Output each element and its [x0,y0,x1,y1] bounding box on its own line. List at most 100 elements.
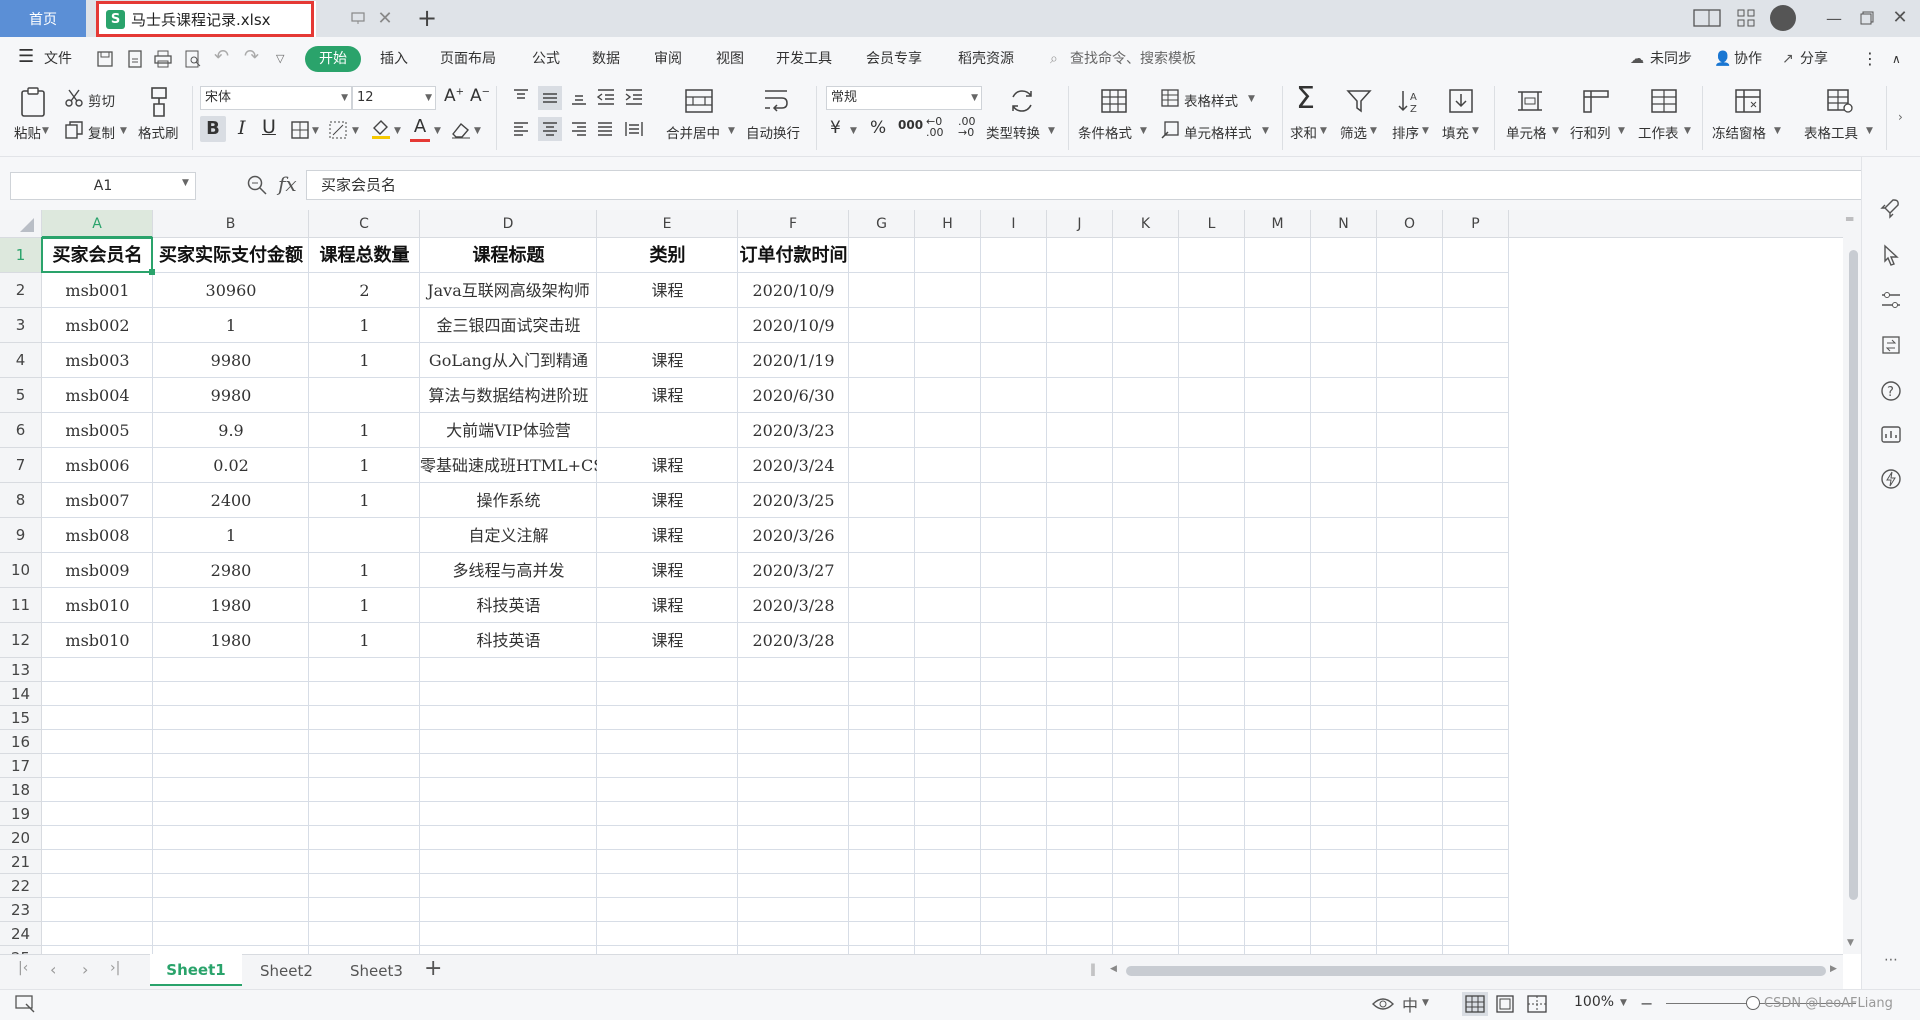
row-header[interactable]: 10 [0,553,42,588]
macro-record-icon[interactable] [14,994,36,1014]
row-header[interactable]: 17 [0,754,42,778]
table-cell[interactable]: 1 [309,623,420,658]
row-header[interactable]: 24 [0,922,42,946]
menu-view[interactable]: 视图 [716,48,744,70]
format-painter-icon[interactable] [146,86,172,118]
row-header[interactable]: 14 [0,682,42,706]
row-header[interactable]: 15 [0,706,42,730]
table-cell[interactable]: msb009 [42,553,153,588]
font-size-combo[interactable]: 12 ▼ [352,86,436,110]
indent-increase-icon[interactable] [624,88,644,106]
fill-color-icon[interactable] [370,118,392,140]
table-cell[interactable]: 1 [309,448,420,483]
input-method-dropdown-icon[interactable]: ▼ [1422,998,1429,1008]
table-cell[interactable]: 课程 [597,273,738,308]
column-header-I[interactable]: I [981,210,1047,238]
type-convert-icon[interactable] [1008,88,1036,114]
cut-icon[interactable] [64,88,84,108]
table-cell[interactable]: 2020/3/25 [738,483,849,518]
table-cell[interactable]: 课程 [597,343,738,378]
table-cell[interactable]: 9980 [153,343,309,378]
column-header-K[interactable]: K [1113,210,1179,238]
table-cell[interactable]: 多线程与高并发 [420,553,597,588]
row-header[interactable]: 6 [0,413,42,448]
cursor-icon[interactable] [1882,244,1900,266]
menu-developer[interactable]: 开发工具 [776,48,832,70]
column-header-C[interactable]: C [309,210,420,238]
share-button[interactable]: 分享 [1800,48,1828,70]
header-cell[interactable]: 课程标题 [420,238,597,273]
fill-label[interactable]: 填充 [1442,122,1469,142]
menu-docer[interactable]: 稻壳资源 [958,48,1014,70]
table-cell[interactable]: 课程 [597,448,738,483]
hamburger-icon[interactable]: ☰ [18,46,34,68]
scroll-down-arrow[interactable]: ▼ [1847,938,1854,948]
table-cell[interactable]: 30960 [153,273,309,308]
decrease-font-icon[interactable]: A− [470,86,490,106]
align-left-icon[interactable] [512,120,530,138]
row-header[interactable]: 18 [0,778,42,802]
row-col-icon[interactable] [1582,88,1610,114]
filter-label[interactable]: 筛选 [1340,122,1367,142]
table-cell[interactable]: 2020/3/28 [738,588,849,623]
row-header[interactable]: 16 [0,730,42,754]
indent-decrease-icon[interactable] [596,88,616,106]
cell-dropdown-icon[interactable]: ▼ [1552,126,1559,136]
table-cell[interactable]: 1 [153,518,309,553]
row-header[interactable]: 20 [0,826,42,850]
paste-dropdown-icon[interactable]: ▼ [42,126,49,136]
home-tab[interactable]: 首页 [0,0,86,37]
paste-icon[interactable] [18,86,48,118]
table-cell[interactable]: 金三银四面试突击班 [420,308,597,343]
table-cell[interactable] [309,518,420,553]
row-header[interactable]: 4 [0,343,42,378]
restore-icon[interactable] [1857,8,1877,28]
minimize-icon[interactable]: — [1824,8,1844,28]
table-cell[interactable]: msb002 [42,308,153,343]
bold-icon[interactable]: B [200,116,226,142]
currency-dropdown-icon[interactable]: ▼ [850,126,857,136]
table-cell[interactable]: 1 [309,343,420,378]
table-cell[interactable]: 1 [309,483,420,518]
cut-label[interactable]: 剪切 [88,90,115,110]
row-header[interactable]: 3 [0,308,42,343]
row-col-dropdown-icon[interactable]: ▼ [1618,126,1625,136]
align-center-icon[interactable] [538,117,562,141]
cell-icon[interactable] [1516,88,1544,114]
font-color-icon[interactable]: A [410,116,430,142]
table-cell[interactable]: 科技英语 [420,623,597,658]
table-cell[interactable]: 自定义注解 [420,518,597,553]
normal-view-icon[interactable] [1462,992,1488,1016]
row-header[interactable]: 5 [0,378,42,413]
thousands-icon[interactable]: 000 [898,118,923,132]
justify-icon[interactable] [596,120,614,138]
row-header[interactable]: 11 [0,588,42,623]
save-icon[interactable] [96,50,114,68]
table-cell[interactable]: 1980 [153,588,309,623]
filter-icon[interactable] [1346,88,1372,114]
export-pdf-icon[interactable] [126,50,144,68]
row-header[interactable]: 12 [0,623,42,658]
number-format-combo[interactable]: 常规 ▼ [826,86,982,110]
table-tools-icon[interactable] [1826,88,1854,114]
menu-page-layout[interactable]: 页面布局 [440,48,496,70]
freeze-dropdown-icon[interactable]: ▼ [1774,126,1781,136]
table-cell[interactable]: msb005 [42,413,153,448]
table-cell[interactable]: 2020/1/19 [738,343,849,378]
align-top-icon[interactable] [512,88,530,106]
column-header-F[interactable]: F [738,210,849,238]
table-style-label[interactable]: 表格样式 [1184,90,1238,110]
table-cell[interactable]: 2400 [153,483,309,518]
row-header[interactable]: 8 [0,483,42,518]
row-header[interactable]: 23 [0,898,42,922]
sort-label[interactable]: 排序 [1392,122,1419,142]
sheet-tab-2[interactable]: Sheet2 [260,962,313,980]
sum-label[interactable]: 求和 [1290,122,1317,142]
row-header[interactable]: 21 [0,850,42,874]
cell-style-icon[interactable] [1160,120,1180,140]
eye-protection-icon[interactable] [1372,994,1394,1014]
copy-icon[interactable] [64,120,84,140]
table-style-dropdown-icon[interactable]: ▼ [1248,94,1255,104]
column-header-E[interactable]: E [597,210,738,238]
help-icon[interactable]: ? [1880,380,1902,402]
